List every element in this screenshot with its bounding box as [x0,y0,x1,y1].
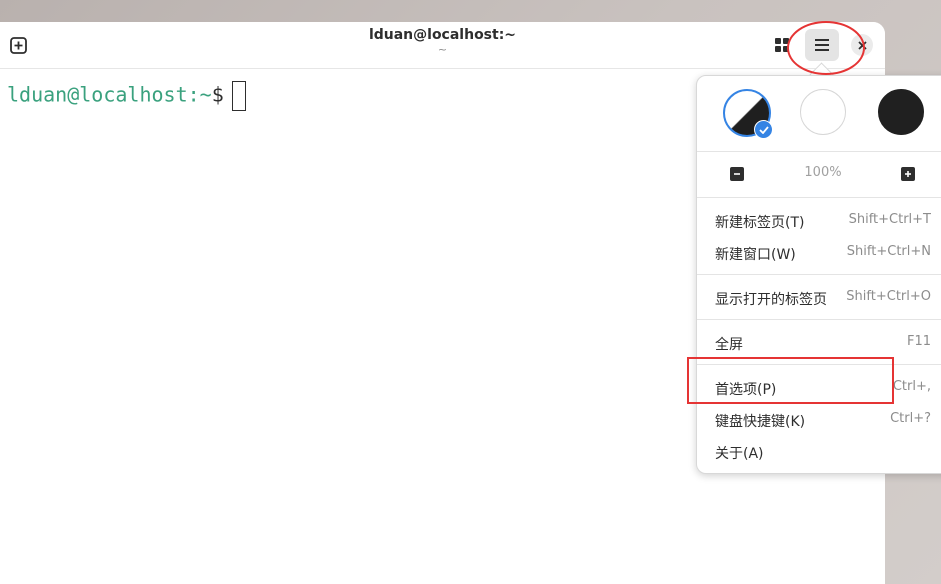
zoom-in-icon [905,171,911,177]
main-menu-popover: 100% 新建标签页(T) Shift+Ctrl+T 新建窗口(W) Shift… [696,75,941,474]
prompt-path: ~ [199,82,212,107]
checkmark-icon [758,125,769,134]
close-button[interactable] [851,34,873,56]
prompt-separator: : [187,82,200,107]
menu-item-label: 键盘快捷键(K) [715,414,806,430]
menu-item-label: 首选项(P) [715,382,777,398]
menu-item-label: 显示打开的标签页 [715,292,827,308]
menu-item-accel: Ctrl+? [890,411,931,426]
menu-separator [697,319,941,320]
theme-light-button[interactable] [800,89,846,135]
theme-follow-system-button[interactable] [723,89,773,139]
menu-item-accel: F11 [906,334,931,349]
menu-item-label: 新建窗口(W) [715,247,796,263]
menu-separator [697,274,941,275]
menu-item-new-window[interactable]: 新建窗口(W) Shift+Ctrl+N [697,237,941,269]
menu-item-keyboard-shortcuts[interactable]: 键盘快捷键(K) Ctrl+? [697,404,941,436]
prompt-user-host: lduan@localhost [7,82,188,107]
hamburger-menu-icon [815,39,829,51]
selected-badge [754,120,773,139]
menu-item-new-tab[interactable]: 新建标签页(T) Shift+Ctrl+T [697,205,941,237]
menu-item-label: 新建标签页(T) [715,215,805,231]
menu-item-show-open-tabs[interactable]: 显示打开的标签页 Shift+Ctrl+O [697,282,941,314]
menu-item-label: 全屏 [715,337,743,353]
menu-item-label: 关于(A) [715,446,764,462]
zoom-controls: 100% [697,152,941,196]
menu-item-accel: Shift+Ctrl+N [846,244,931,259]
tab-overview-icon [775,38,789,52]
menu-separator [697,364,941,365]
window-title-area: lduan@localhost:~ ~ [0,26,885,56]
header-bar: lduan@localhost:~ ~ [0,22,885,69]
zoom-in-button[interactable] [901,167,915,181]
window-title: lduan@localhost:~ [368,27,517,43]
tab-overview-button[interactable] [771,34,793,56]
menu-item-about[interactable]: 关于(A) [697,436,941,468]
menu-item-accel: Shift+Ctrl+O [846,289,931,304]
menu-item-accel: Shift+Ctrl+T [848,212,931,227]
menu-item-fullscreen[interactable]: 全屏 F11 [697,327,941,359]
menu-item-accel: Ctrl+, [892,379,931,394]
menu-item-preferences[interactable]: 首选项(P) Ctrl+, [697,372,941,404]
prompt-line: lduan@localhost:~$ [7,81,246,111]
close-icon [857,40,867,50]
prompt-symbol: $ [211,82,224,107]
window-subtitle: ~ [437,43,448,56]
menu-separator [697,197,941,198]
main-menu-button[interactable] [805,29,839,61]
theme-dark-button[interactable] [878,89,924,135]
terminal-cursor [231,81,246,111]
